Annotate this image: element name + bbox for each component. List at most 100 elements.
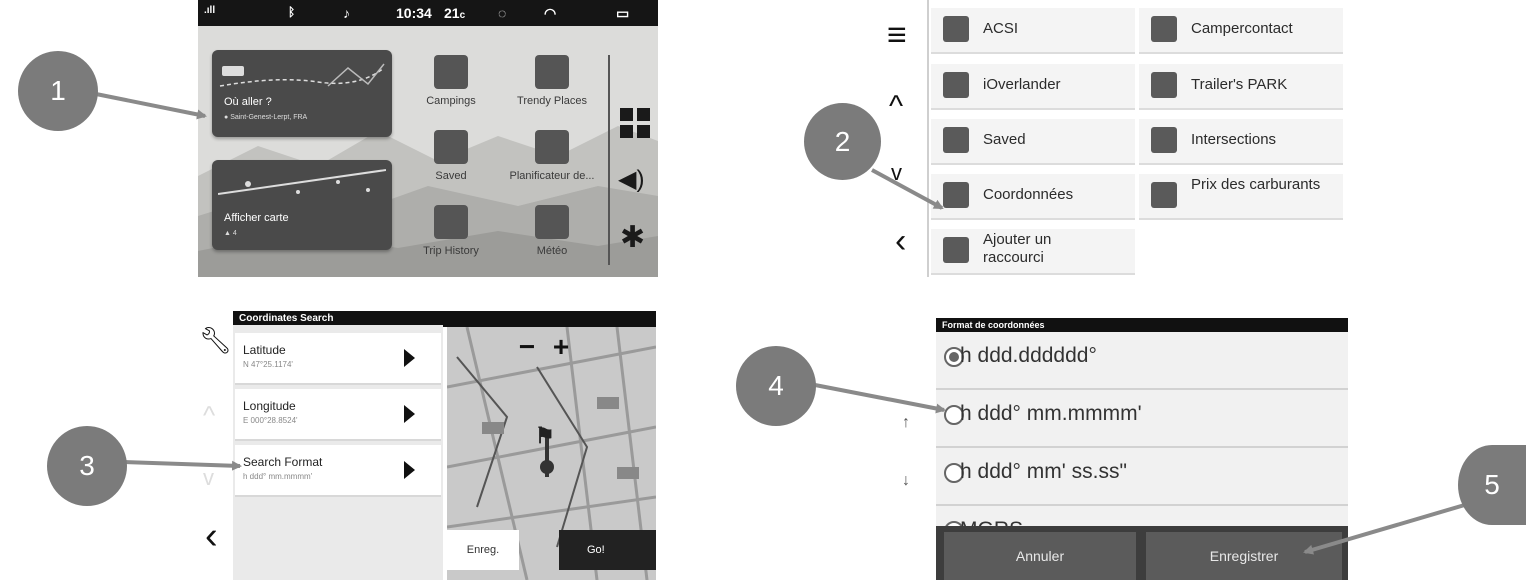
intersection-icon <box>1151 127 1177 153</box>
cancel-button[interactable]: Annuler <box>944 532 1136 580</box>
zoom-in-button[interactable]: + <box>545 333 577 361</box>
signal-icon: .ıll <box>204 5 216 16</box>
category-intersections[interactable]: Intersections <box>1139 119 1343 165</box>
category-saved[interactable]: Saved <box>931 119 1135 165</box>
map-illustration-icon <box>218 169 386 195</box>
play-arrow-icon <box>404 461 415 479</box>
view-map-title: Afficher carte <box>224 212 289 224</box>
fuel-icon <box>1151 182 1177 208</box>
view-map-tile[interactable]: Afficher carte ▲ 4 <box>212 160 392 250</box>
app-label-trendy-places: Trendy Places <box>517 95 587 107</box>
volume-icon[interactable]: ◀) <box>618 165 644 194</box>
home-screen: .ıll ᛒ ♪ 10:34 21c ◌ ◠ ▭ Où aller ? ● Sa… <box>198 0 658 277</box>
bluetooth-icon: ᛒ <box>288 5 296 19</box>
heart-icon <box>943 127 969 153</box>
longitude-row[interactable]: Longitude E 000°28.8524' <box>235 389 441 441</box>
app-label-weather: Météo <box>536 245 568 257</box>
planner-icon[interactable] <box>535 130 569 164</box>
route-illustration-icon <box>219 63 385 87</box>
category-label: Intersections <box>1191 131 1277 148</box>
callout-3: 3 <box>47 426 127 506</box>
save-button[interactable]: Enreg. <box>447 530 519 570</box>
callout-2: 2 <box>804 103 881 180</box>
option-label: h ddd° mm.mmmm' <box>960 402 1142 425</box>
format-option-degrees-minutes[interactable]: h ddd° mm.mmmm' <box>936 390 1348 448</box>
grid-icon[interactable] <box>620 108 650 138</box>
trailers-park-icon <box>1151 72 1177 98</box>
tent-icon[interactable] <box>434 55 468 89</box>
flag-icon: ⚑ <box>535 423 555 448</box>
arrow-1 <box>95 92 207 120</box>
play-arrow-icon <box>404 405 415 423</box>
play-arrow-icon <box>404 349 415 367</box>
category-label: iOverlander <box>983 76 1061 93</box>
category-ioverlander[interactable]: iOverlander <box>931 64 1135 110</box>
category-add-shortcut[interactable]: Ajouter un raccourci <box>931 229 1135 275</box>
back-icon[interactable]: ‹ <box>205 517 218 555</box>
button-bar: Annuler Enregistrer <box>936 526 1348 580</box>
callout-1: 1 <box>18 51 98 131</box>
category-acsi[interactable]: ACSI <box>931 8 1135 54</box>
nav-divider <box>927 0 929 277</box>
format-option-decimal-degrees[interactable]: h ddd.dddddd° <box>936 332 1348 390</box>
category-fuel-prices[interactable]: Prix des carburants <box>1139 174 1343 220</box>
where-to-tile[interactable]: Où aller ? ● Saint-Genest-Lerpt, FRA <box>212 50 392 137</box>
category-label: Ajouter un raccourci <box>983 231 1052 266</box>
app-label-planner: Planificateur de... <box>509 170 595 182</box>
category-trailers-park[interactable]: Trailer's PARK <box>1139 64 1343 110</box>
location-pin-icon: ● <box>224 114 229 121</box>
latitude-row[interactable]: Latitude N 47°25.1174' <box>235 333 441 385</box>
zoom-out-button[interactable]: − <box>511 333 543 361</box>
callout-4: 4 <box>736 346 816 426</box>
scroll-down-icon[interactable]: v <box>891 160 902 186</box>
phone-icon: ♪ <box>343 5 350 21</box>
callout-5: 5 <box>1458 445 1526 525</box>
where-to-title: Où aller ? <box>224 96 272 108</box>
scroll-down-icon[interactable]: ↓ <box>902 472 910 490</box>
scroll-down-icon: v <box>203 465 214 490</box>
search-format-row[interactable]: Search Format h ddd° mm.mmmm' <box>235 445 441 497</box>
app-label-saved: Saved <box>435 170 467 182</box>
acsi-icon <box>943 16 969 42</box>
option-label: h ddd° mm' ss.ss" <box>960 460 1127 483</box>
row-title: Longitude <box>243 399 296 413</box>
ioverlander-icon <box>943 72 969 98</box>
menu-icon[interactable]: ≡ <box>887 18 907 52</box>
save-button[interactable]: Enregistrer <box>1146 532 1342 580</box>
category-label: Prix des carburants <box>1191 176 1321 193</box>
heart-icon[interactable] <box>434 130 468 164</box>
category-campercontact[interactable]: Campercontact <box>1139 8 1343 54</box>
app-label-campings: Campings <box>426 95 476 107</box>
row-title: Search Format <box>243 455 323 469</box>
campercontact-icon <box>1151 16 1177 42</box>
go-button[interactable]: Go! <box>559 530 656 570</box>
format-option-degrees-minutes-seconds[interactable]: h ddd° mm' ss.ss" <box>936 448 1348 506</box>
scroll-up-icon[interactable]: ^ <box>889 90 903 124</box>
app-label-trip-history: Trip History <box>423 245 479 257</box>
category-label: Saved <box>983 131 1026 148</box>
where-to-categories-screen: ≡ ^ v ‹ ACSI Campercontact iOverlander T… <box>869 0 1348 277</box>
camper-icon[interactable] <box>535 55 569 89</box>
weather-icon[interactable] <box>535 205 569 239</box>
current-location: ● Saint-Genest-Lerpt, FRA <box>224 114 308 121</box>
trip-history-icon[interactable] <box>434 205 468 239</box>
row-value: N 47°25.1174' <box>243 360 293 369</box>
row-title: Latitude <box>243 343 286 357</box>
shortcut-icon <box>943 237 969 263</box>
gps-icon: ◌ <box>498 5 507 21</box>
category-coordinates[interactable]: Coordonnées <box>931 174 1135 220</box>
view-map-sub: ▲ 4 <box>224 230 237 237</box>
category-label: Trailer's PARK <box>1191 76 1288 93</box>
wifi-icon: ◠ <box>544 5 557 21</box>
screen-title: Format de coordonnées <box>936 318 1348 332</box>
back-icon[interactable]: ‹ <box>895 222 906 261</box>
battery-icon: ▭ <box>616 5 630 21</box>
gear-icon[interactable]: ✱ <box>620 220 645 255</box>
category-label: Coordonnées <box>983 186 1074 203</box>
coordinates-search-screen: 🔧︎ ^ v ‹ Coordinates Search Latitude N 4… <box>193 305 656 580</box>
scroll-up-icon[interactable]: ↑ <box>902 414 910 432</box>
category-label: Campercontact <box>1191 20 1293 37</box>
coordinate-format-screen: Format de coordonnées ↑ ↓ h ddd.dddddd° … <box>896 318 1348 580</box>
scroll-up-icon: ^ <box>203 400 216 430</box>
wrench-icon[interactable]: 🔧︎ <box>199 325 232 356</box>
